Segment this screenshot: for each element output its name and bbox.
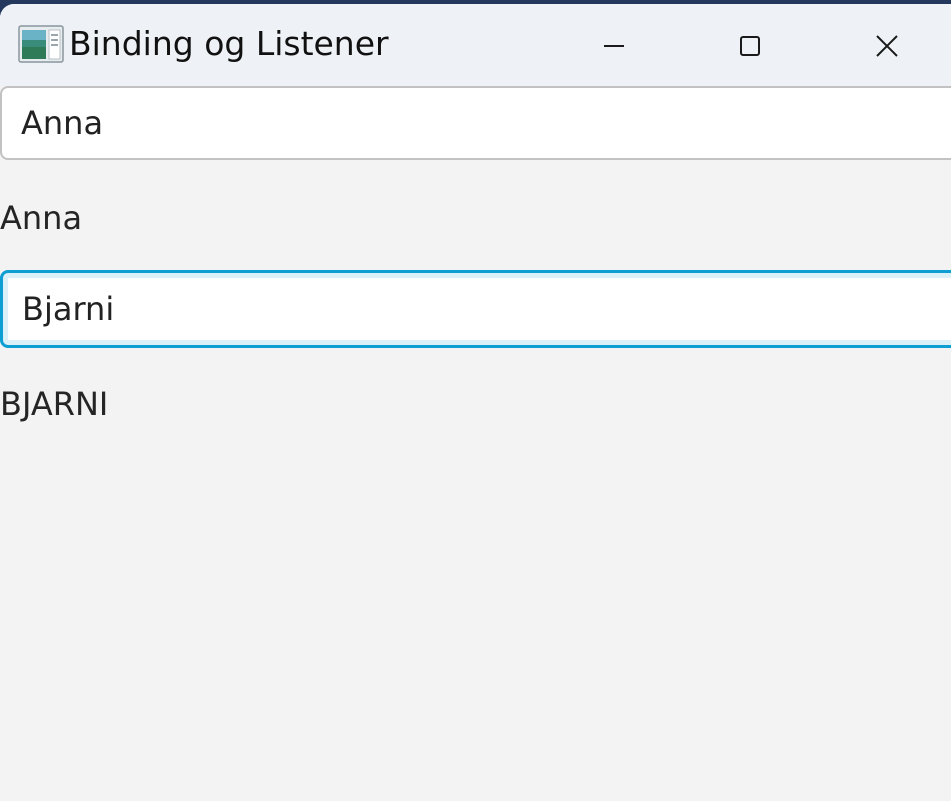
first-text-field[interactable]: Anna	[0, 86, 951, 160]
second-text-field[interactable]: Bjarni	[0, 270, 951, 348]
maximize-button[interactable]	[715, 18, 785, 74]
first-text-field-value: Anna	[21, 104, 104, 142]
second-listener-label: BJARNI	[0, 385, 109, 423]
maximize-icon	[738, 34, 762, 58]
close-button[interactable]	[852, 18, 922, 74]
second-text-field-value: Bjarni	[22, 290, 115, 328]
title-bar[interactable]: Binding og Listener	[0, 4, 951, 86]
close-icon	[875, 34, 899, 58]
java-app-icon[interactable]	[18, 25, 64, 63]
first-bound-label: Anna	[0, 199, 83, 237]
minimize-icon	[602, 34, 626, 58]
app-window: Binding og Listener Anna Anna Bjarni BJA…	[0, 4, 951, 801]
window-title: Binding og Listener	[69, 24, 389, 63]
minimize-button[interactable]	[579, 18, 649, 74]
